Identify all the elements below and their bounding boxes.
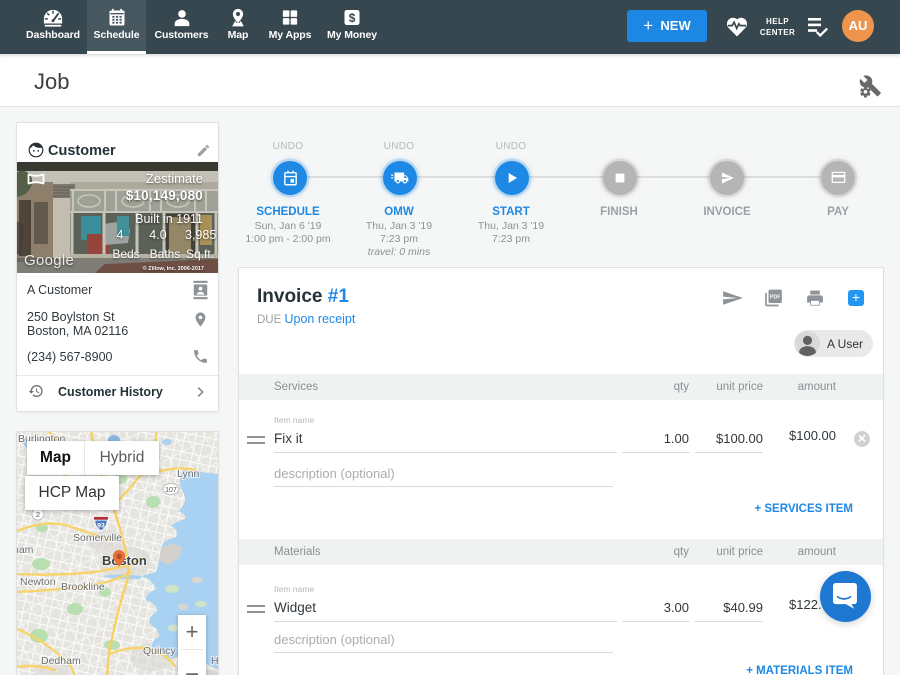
- svg-text:Dedham: Dedham: [41, 655, 81, 667]
- svg-text:93: 93: [97, 523, 105, 530]
- svg-text:Hi: Hi: [211, 655, 218, 667]
- svg-text:ham: ham: [17, 544, 34, 556]
- svg-text:Brookline: Brookline: [61, 581, 105, 593]
- svg-text:Newton: Newton: [20, 576, 56, 588]
- svg-text:PDF: PDF: [770, 295, 781, 301]
- svg-text:Lynn: Lynn: [177, 468, 200, 480]
- svg-text:Somerville: Somerville: [73, 532, 122, 544]
- svg-text:2: 2: [36, 510, 40, 519]
- svg-text:107: 107: [165, 487, 177, 494]
- svg-text:$: $: [349, 11, 356, 25]
- svg-text:Quincy: Quincy: [143, 645, 176, 657]
